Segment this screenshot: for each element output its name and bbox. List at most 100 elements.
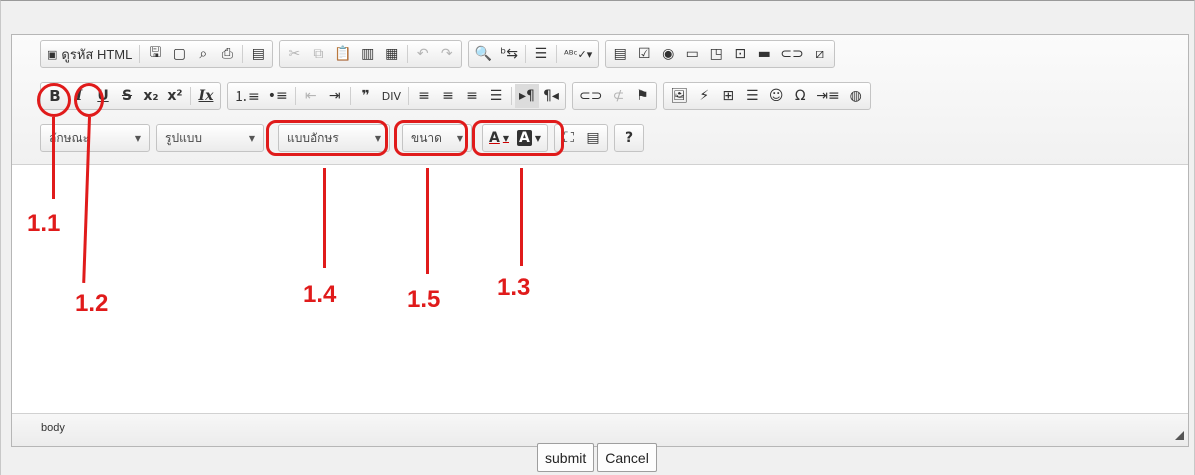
separator: [555, 45, 557, 63]
resize-handle-icon[interactable]: [1175, 431, 1184, 440]
help-button[interactable]: ?: [617, 126, 641, 150]
source-label: ดูรหัส HTML: [61, 46, 133, 62]
annotation-line-size: [426, 168, 429, 274]
align-center-icon[interactable]: ≡: [436, 84, 460, 108]
textfield-icon[interactable]: ▭: [680, 42, 704, 66]
annotation-box-size: [394, 120, 468, 156]
separator: [242, 45, 244, 63]
outdent-icon[interactable]: ⇤: [299, 84, 323, 108]
separator: [349, 87, 351, 105]
annotation-line-font: [323, 168, 326, 268]
hiddenfield-icon[interactable]: ⧄: [808, 42, 832, 66]
separator: [294, 87, 296, 105]
copy-icon[interactable]: ⧉: [306, 42, 330, 66]
cancel-button[interactable]: Cancel: [597, 443, 657, 472]
annotation-label-color: 1.3: [497, 274, 531, 301]
checkbox-icon[interactable]: ☑: [632, 42, 656, 66]
find-icon[interactable]: 🔍: [471, 42, 496, 66]
separator: [407, 87, 409, 105]
paste-text-icon[interactable]: ▥: [356, 42, 380, 66]
chevron-down-icon: ▼: [248, 133, 255, 143]
submit-button[interactable]: submit: [537, 443, 595, 472]
separator: [406, 45, 408, 63]
justify-icon[interactable]: ☰: [484, 84, 508, 108]
link-icon[interactable]: ⊂⊃: [575, 84, 606, 108]
anchor-icon[interactable]: ⚑: [630, 84, 654, 108]
preview-icon[interactable]: ⌕: [191, 42, 215, 66]
chevron-down-icon: ▼: [134, 133, 141, 143]
editing-group: 🔍 ᵇ⇆ ☰ ᴬᴮᶜ✓▾: [467, 40, 600, 68]
editor-content-area[interactable]: [12, 165, 1188, 415]
forms-group: ▤ ☑ ◉ ▭ ◳ ⊡ ▬ ⊂⊃ ⧄: [605, 40, 835, 68]
radio-icon[interactable]: ◉: [656, 42, 680, 66]
show-blocks-icon[interactable]: ▤: [581, 126, 605, 150]
insert-group: 🖼 ⚡ ⊞ ☰ ☺ Ω ⇥≡ ◍: [663, 82, 871, 110]
cut-icon[interactable]: ✂: [282, 42, 306, 66]
align-left-icon[interactable]: ≡: [412, 84, 436, 108]
print-icon[interactable]: ⎙: [215, 42, 239, 66]
superscript-button[interactable]: x²: [163, 84, 187, 108]
page-break-icon[interactable]: ⇥≡: [812, 84, 843, 108]
blockquote-icon[interactable]: ❞: [354, 84, 378, 108]
form-icon[interactable]: ▤: [608, 42, 632, 66]
imagebutton-icon[interactable]: ⊂⊃: [776, 42, 807, 66]
ltr-icon[interactable]: ▸¶: [514, 84, 539, 108]
rich-text-editor: ▣ ดูรหัส HTML 🖫 ▢ ⌕ ⎙ ▤ ✂ ⧉ 📋 ▥ ▦ ↶ ↷ 🔍 …: [11, 34, 1189, 447]
annotation-label-font: 1.4: [303, 281, 337, 308]
annotation-label-size: 1.5: [407, 286, 441, 313]
toolbar-row-1: ▣ ดูรหัส HTML 🖫 ▢ ⌕ ⎙ ▤ ✂ ⧉ 📋 ▥ ▦ ↶ ↷ 🔍 …: [40, 39, 835, 69]
source-icon: ▣: [47, 47, 58, 61]
paste-word-icon[interactable]: ▦: [380, 42, 404, 66]
paragraph-group: ⒈≡ •≡ ⇤ ⇥ ❞ DIV ≡ ≡ ≡ ☰ ▸¶ ¶◂: [227, 82, 566, 110]
flash-icon[interactable]: ⚡: [692, 84, 716, 108]
paste-icon[interactable]: 📋: [330, 42, 355, 66]
unlink-icon[interactable]: ⊄: [606, 84, 630, 108]
spellcheck-icon[interactable]: ᴬᴮᶜ✓▾: [560, 42, 596, 66]
editor-toolbar: ▣ ดูรหัส HTML 🖫 ▢ ⌕ ⎙ ▤ ✂ ⧉ 📋 ▥ ▦ ↶ ↷ 🔍 …: [12, 35, 1188, 165]
format-dropdown[interactable]: รูปแบบ ▼: [156, 124, 264, 152]
clipboard-group: ✂ ⧉ 📋 ▥ ▦ ↶ ↷: [279, 40, 462, 68]
undo-icon[interactable]: ↶: [411, 42, 435, 66]
save-icon[interactable]: 🖫: [143, 42, 167, 66]
annotation-box-font: [266, 120, 388, 156]
strike-button[interactable]: S: [115, 84, 139, 108]
annotation-line-bold: [52, 117, 55, 199]
templates-icon[interactable]: ▤: [246, 42, 270, 66]
toolbar-row-2: B I U S x₂ x² Ix ⒈≡ •≡ ⇤ ⇥ ❞ DIV ≡ ≡ ≡ ☰…: [40, 81, 871, 111]
editor-statusbar: body: [12, 413, 1188, 446]
annotation-label-italic: 1.2: [75, 290, 109, 317]
replace-icon[interactable]: ᵇ⇆: [496, 42, 522, 66]
document-group: ▣ ดูรหัส HTML 🖫 ▢ ⌕ ⎙ ▤: [40, 40, 274, 68]
remove-format-button[interactable]: Ix: [194, 84, 218, 108]
format-label: รูปแบบ: [165, 130, 203, 145]
table-icon[interactable]: ⊞: [716, 84, 740, 108]
about-group: ?: [614, 124, 644, 152]
align-right-icon[interactable]: ≡: [460, 84, 484, 108]
button-icon[interactable]: ▬: [752, 42, 776, 66]
iframe-icon[interactable]: ◍: [844, 84, 868, 108]
indent-icon[interactable]: ⇥: [323, 84, 347, 108]
special-char-icon[interactable]: Ω: [788, 84, 812, 108]
annotation-line-color: [520, 168, 523, 266]
bulleted-list-icon[interactable]: •≡: [264, 84, 292, 108]
select-all-icon[interactable]: ☰: [529, 42, 553, 66]
horizontal-rule-icon[interactable]: ☰: [740, 84, 764, 108]
new-page-icon[interactable]: ▢: [167, 42, 191, 66]
styles-dropdown[interactable]: ลักษณะ ▼: [40, 124, 150, 152]
select-icon[interactable]: ⊡: [728, 42, 752, 66]
smiley-icon[interactable]: ☺: [764, 84, 788, 108]
image-icon[interactable]: 🖼: [666, 84, 692, 108]
annotation-box-color: [472, 120, 564, 156]
annotation-circle-bold: [37, 83, 71, 117]
rtl-icon[interactable]: ¶◂: [539, 84, 563, 108]
textarea-icon[interactable]: ◳: [704, 42, 728, 66]
separator: [139, 45, 141, 63]
source-button[interactable]: ▣ ดูรหัส HTML: [43, 42, 136, 66]
separator: [190, 87, 191, 105]
element-path[interactable]: body: [41, 422, 65, 434]
redo-icon[interactable]: ↷: [435, 42, 459, 66]
subscript-button[interactable]: x₂: [139, 84, 163, 108]
styles-label: ลักษณะ: [49, 130, 90, 145]
div-icon[interactable]: DIV: [378, 84, 405, 108]
numbered-list-icon[interactable]: ⒈≡: [230, 84, 264, 108]
